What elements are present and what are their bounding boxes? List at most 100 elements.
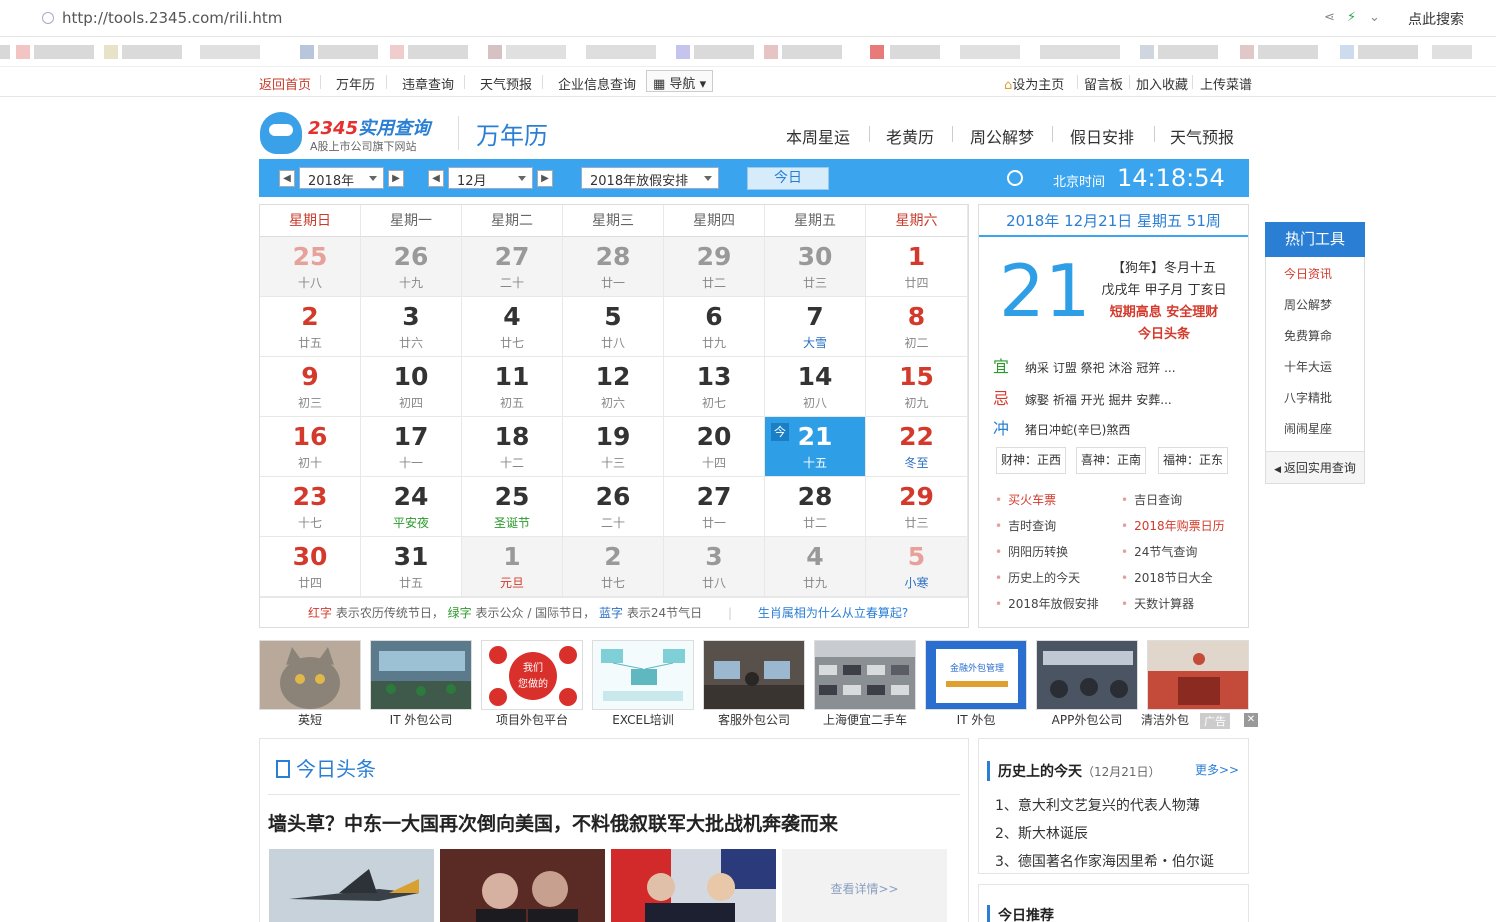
calendar-day[interactable]: 29 廿二 — [664, 237, 765, 297]
set-home-link[interactable]: ⌂设为主页 — [1004, 74, 1064, 93]
calendar-day[interactable]: 27 廿一 — [664, 477, 765, 537]
news-image-handshake[interactable] — [611, 849, 776, 922]
calendar-day[interactable]: 2 廿七 — [563, 537, 664, 597]
quick-link[interactable]: 买火车票 — [995, 491, 1056, 508]
calendar-day[interactable]: 25 十八 — [260, 237, 361, 297]
calendar-day[interactable]: 5 小寒 — [866, 537, 968, 597]
quick-link[interactable]: 天数计算器 — [1121, 595, 1194, 612]
year-select[interactable]: 2018年 — [299, 167, 384, 189]
calendar-day[interactable]: 15 初九 — [866, 357, 968, 417]
calendar-day[interactable]: 29 廿三 — [866, 477, 968, 537]
calendar-day[interactable]: 20 十四 — [664, 417, 765, 477]
hot-tool-link[interactable]: 八字精批 — [1284, 389, 1332, 406]
history-item[interactable]: 1、意大利文艺复兴的代表人物薄 — [995, 795, 1200, 815]
calendar-day[interactable]: 26 二十 — [563, 477, 664, 537]
message-board-link[interactable]: 留言板 — [1084, 74, 1123, 93]
back-to-tools-link[interactable]: ◀ 返回实用查询 — [1266, 451, 1364, 483]
header-link-holiday[interactable]: 假日安排 — [1070, 124, 1134, 148]
prev-month-button[interactable]: ◀ — [428, 170, 444, 187]
prev-year-button[interactable]: ◀ — [279, 170, 295, 187]
quick-link[interactable]: 2018年购票日历 — [1121, 517, 1225, 534]
ad-caption[interactable]: 英短 — [259, 711, 361, 728]
hot-tool-link[interactable]: 闹闹星座 — [1284, 420, 1332, 437]
nav-dropdown-button[interactable]: ▦ 导航 ▾ — [646, 70, 714, 92]
calendar-day[interactable]: 19 十三 — [563, 417, 664, 477]
site-logo[interactable]: 2345实用查询 A股上市公司旗下网站 — [258, 110, 448, 158]
nav-company-link[interactable]: 企业信息查询 — [558, 74, 636, 93]
calendar-day[interactable]: 28 廿二 — [765, 477, 866, 537]
calendar-day[interactable]: 31 廿五 — [361, 537, 462, 597]
calendar-day[interactable]: 10 初四 — [361, 357, 462, 417]
nav-weizhang-link[interactable]: 违章查询 — [402, 74, 454, 93]
calendar-day[interactable]: 2 廿五 — [260, 297, 361, 357]
calendar-day[interactable]: 7 大雪 — [765, 297, 866, 357]
ad-thumb-cleaning[interactable] — [1147, 640, 1249, 710]
quick-link[interactable]: 2018年放假安排 — [995, 595, 1099, 612]
header-link-weather[interactable]: 天气预报 — [1170, 124, 1234, 148]
lightning-icon[interactable]: ⚡ — [1347, 10, 1356, 25]
ad-caption[interactable]: 清洁外包 — [1130, 711, 1200, 728]
ad-thumb-excel[interactable] — [592, 640, 694, 710]
header-link-huangli[interactable]: 老黄历 — [886, 124, 934, 148]
news-image-leaders[interactable] — [440, 849, 605, 922]
quick-link[interactable]: 吉日查询 — [1121, 491, 1182, 508]
ad-thumb-customer-service[interactable] — [703, 640, 805, 710]
nav-wannianli-link[interactable]: 万年历 — [336, 74, 375, 93]
calendar-day[interactable]: 16 初十 — [260, 417, 361, 477]
calendar-day[interactable]: 3 廿六 — [361, 297, 462, 357]
ad-thumb-it-office[interactable] — [370, 640, 472, 710]
calendar-day[interactable]: 30 廿四 — [260, 537, 361, 597]
ad-caption[interactable]: 上海便宜二手车 — [814, 711, 916, 728]
headline-promo-link[interactable]: 今日头条 — [1089, 323, 1239, 342]
calendar-day[interactable]: 11 初五 — [462, 357, 563, 417]
quick-link[interactable]: 阴阳历转换 — [995, 543, 1068, 560]
hot-tool-link[interactable]: 免费算命 — [1284, 327, 1332, 344]
calendar-day[interactable]: 13 初七 — [664, 357, 765, 417]
ad-thumb-it-outsourcing[interactable]: 金融外包管理 — [925, 640, 1027, 710]
ad-caption[interactable]: EXCEL培训 — [592, 711, 694, 728]
next-month-button[interactable]: ▶ — [537, 170, 553, 187]
calendar-day[interactable]: 18 十二 — [462, 417, 563, 477]
ad-caption[interactable]: 项目外包平台 — [481, 711, 583, 728]
month-select[interactable]: 12月 — [448, 167, 533, 189]
history-item[interactable]: 2、斯大林诞辰 — [995, 823, 1088, 843]
nav-weather-link[interactable]: 天气预报 — [480, 74, 532, 93]
ad-thumb-app-outsourcing[interactable] — [1036, 640, 1138, 710]
quick-link[interactable]: 历史上的今天 — [995, 569, 1080, 586]
close-icon[interactable]: ✕ — [1244, 713, 1258, 727]
calendar-day[interactable]: 5 廿八 — [563, 297, 664, 357]
chevron-down-icon[interactable]: ⌄ — [1369, 10, 1380, 25]
share-icon[interactable]: ⋖ — [1324, 10, 1335, 25]
hot-tool-link[interactable]: 今日资讯 — [1284, 265, 1332, 282]
calendar-day[interactable]: 4 廿九 — [765, 537, 866, 597]
upload-recipe-link[interactable]: 上传菜谱 — [1200, 74, 1252, 93]
history-more-link[interactable]: 更多>> — [1195, 761, 1239, 778]
ad-thumb-used-car[interactable] — [814, 640, 916, 710]
finance-promo-link[interactable]: 短期高息 安全理财 — [1089, 301, 1239, 320]
ad-thumb-project-outsourcing[interactable]: 我们 您做的 — [481, 640, 583, 710]
ad-thumb-cat[interactable] — [259, 640, 361, 710]
calendar-day[interactable]: 14 初八 — [765, 357, 866, 417]
calendar-day[interactable]: 6 廿九 — [664, 297, 765, 357]
calendar-day[interactable]: 25 圣诞节 — [462, 477, 563, 537]
today-button[interactable]: 今日 — [747, 167, 829, 190]
calendar-day[interactable]: 17 十一 — [361, 417, 462, 477]
ad-caption[interactable]: 客服外包公司 — [703, 711, 805, 728]
quick-link[interactable]: 24节气查询 — [1121, 543, 1197, 560]
calendar-day[interactable]: 28 廿一 — [563, 237, 664, 297]
hot-tool-link[interactable]: 十年大运 — [1284, 358, 1332, 375]
header-link-star[interactable]: 本周星运 — [786, 124, 850, 148]
search-button[interactable]: 点此搜索 — [1408, 9, 1464, 29]
calendar-day[interactable]: 4 廿七 — [462, 297, 563, 357]
calendar-day[interactable]: 23 十七 — [260, 477, 361, 537]
calendar-day[interactable]: 12 初六 — [563, 357, 664, 417]
url-field[interactable]: http://tools.2345.com/rili.htm — [62, 9, 282, 27]
calendar-day[interactable]: 22 冬至 — [866, 417, 968, 477]
calendar-day[interactable]: 1 元旦 — [462, 537, 563, 597]
news-image-jet[interactable] — [269, 849, 434, 922]
nav-home-link[interactable]: 返回首页 — [259, 74, 311, 93]
add-favorite-link[interactable]: 加入收藏 — [1136, 74, 1188, 93]
calendar-day[interactable]: 9 初三 — [260, 357, 361, 417]
calendar-day[interactable]: 30 廿三 — [765, 237, 866, 297]
ad-caption[interactable]: APP外包公司 — [1036, 711, 1138, 728]
